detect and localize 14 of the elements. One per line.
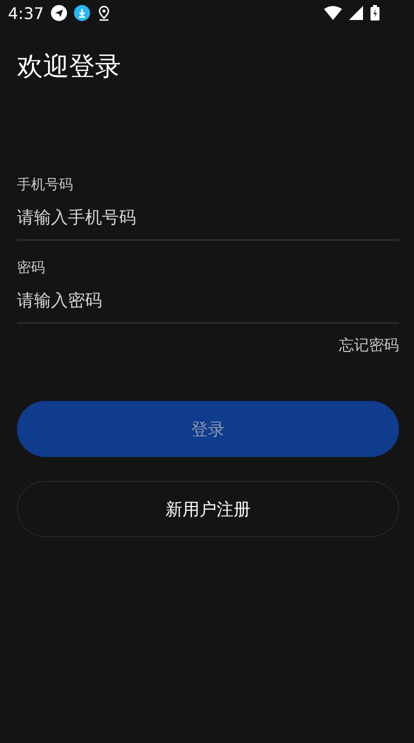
field-label: 密码	[17, 259, 46, 277]
page-title: 欢迎登录	[17, 51, 122, 84]
download-icon	[74, 5, 90, 21]
register-button[interactable]: 新用户注册	[17, 481, 399, 537]
input-field[interactable]: 请输入手机号码	[17, 194, 399, 241]
forgot-password-link[interactable]: 忘记密码	[339, 336, 399, 355]
wifi-icon	[324, 6, 342, 20]
location-icon	[96, 5, 111, 21]
signal-icon	[349, 6, 363, 20]
field-label: 手机号码	[17, 176, 74, 194]
input-field[interactable]: 请输入密码	[17, 277, 399, 324]
battery-icon	[370, 5, 380, 21]
status-time: 4:37	[8, 4, 44, 22]
send-icon	[50, 5, 67, 21]
